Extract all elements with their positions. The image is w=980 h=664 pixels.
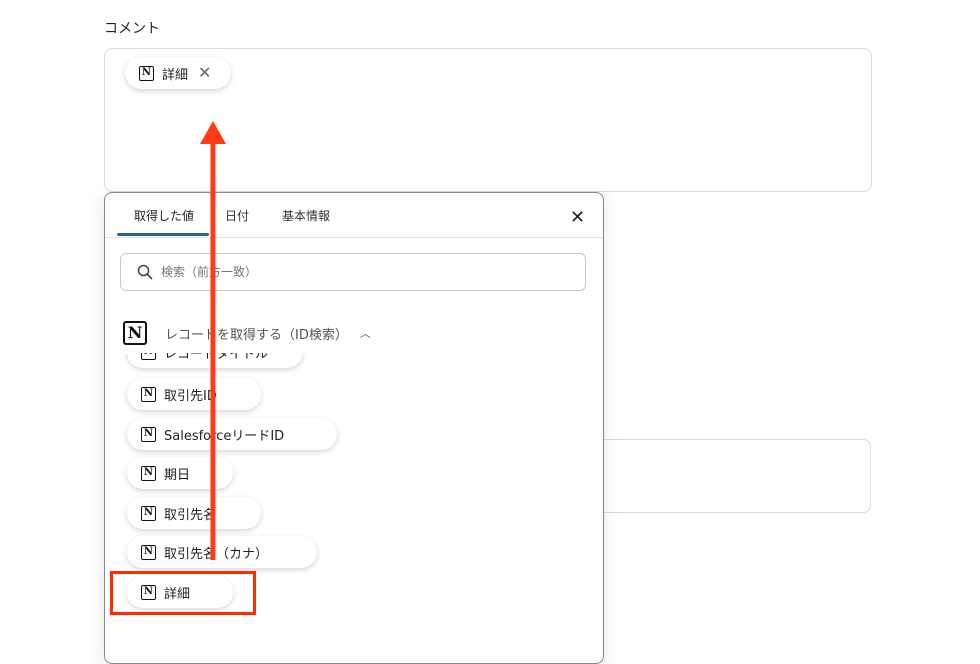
section-title: レコードを取得する（ID検索）: [165, 327, 348, 343]
active-tab-indicator: [117, 233, 209, 236]
notion-icon: N: [141, 386, 156, 402]
value-chip[interactable]: N 期日: [127, 457, 233, 489]
panel-tabs: 取得した値 日付 基本情報 ✕: [105, 193, 603, 238]
notion-icon: N: [139, 65, 154, 81]
comment-field-label: コメント: [104, 21, 160, 37]
next-field-input[interactable]: [602, 439, 871, 513]
close-icon[interactable]: ✕: [198, 65, 211, 81]
value-chip[interactable]: N 取引先名（カナ）: [127, 536, 317, 568]
comment-input[interactable]: N 詳細 ✕: [104, 48, 872, 192]
notion-icon: N: [141, 505, 156, 521]
search-field[interactable]: [120, 253, 586, 291]
comment-token-chip[interactable]: N 詳細 ✕: [125, 57, 231, 89]
tab-date[interactable]: 日付: [225, 207, 249, 224]
notion-icon: N: [141, 353, 156, 360]
notion-icon: N: [141, 584, 156, 600]
search-input[interactable]: [159, 264, 563, 280]
notion-icon: N: [141, 465, 156, 481]
search-icon: [137, 264, 153, 280]
value-picker-panel: 取得した値 日付 基本情報 ✕ N レコードを取得する（ID検索） ︿ N レコ…: [104, 192, 604, 664]
notion-icon: N: [123, 321, 147, 345]
chevron-up-icon[interactable]: ︿: [360, 325, 371, 341]
comment-token-label: 詳細: [162, 67, 189, 83]
value-chip[interactable]: N 取引先名: [127, 497, 261, 529]
value-list: N レコードタイトル N 取引先ID N SalesforceリードID N 期…: [105, 353, 603, 663]
notion-icon: N: [141, 426, 156, 442]
notion-icon: N: [141, 544, 156, 560]
value-chip[interactable]: N レコードタイトル: [127, 353, 303, 368]
value-chip[interactable]: N SalesforceリードID: [127, 418, 337, 450]
section-record-lookup[interactable]: N レコードを取得する（ID検索） ︿: [123, 321, 371, 345]
tab-obtained-values[interactable]: 取得した値: [134, 207, 194, 224]
tab-basic-info[interactable]: 基本情報: [282, 207, 330, 224]
close-icon[interactable]: ✕: [570, 207, 585, 228]
value-chip[interactable]: N 取引先ID: [127, 378, 261, 410]
value-chip-details[interactable]: N 詳細: [127, 576, 233, 608]
